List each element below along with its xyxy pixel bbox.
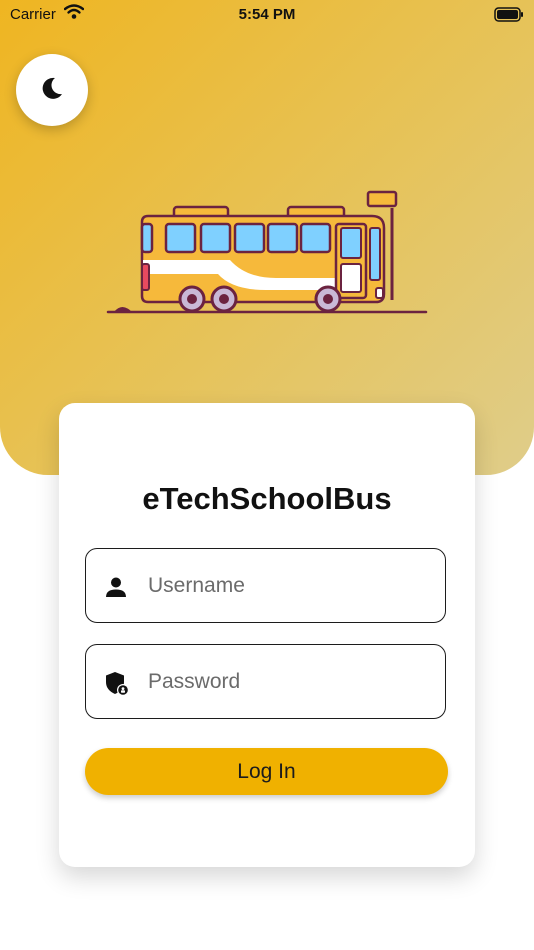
app-title: eTechSchoolBus [142, 481, 392, 516]
login-card: eTechSchoolBus Log In [59, 403, 475, 867]
username-input[interactable] [146, 565, 430, 607]
status-bar: Carrier 5:54 PM [0, 0, 534, 28]
username-field[interactable] [85, 548, 446, 623]
user-icon [104, 575, 128, 604]
theme-toggle-button[interactable] [16, 54, 88, 126]
password-input[interactable] [146, 661, 430, 703]
moon-icon [38, 74, 66, 107]
battery-icon [494, 7, 524, 26]
password-field[interactable] [85, 644, 446, 719]
shield-lock-icon [104, 671, 130, 702]
status-time: 5:54 PM [238, 6, 296, 23]
login-button[interactable]: Log In [85, 748, 448, 795]
school-bus-illustration [106, 188, 431, 323]
